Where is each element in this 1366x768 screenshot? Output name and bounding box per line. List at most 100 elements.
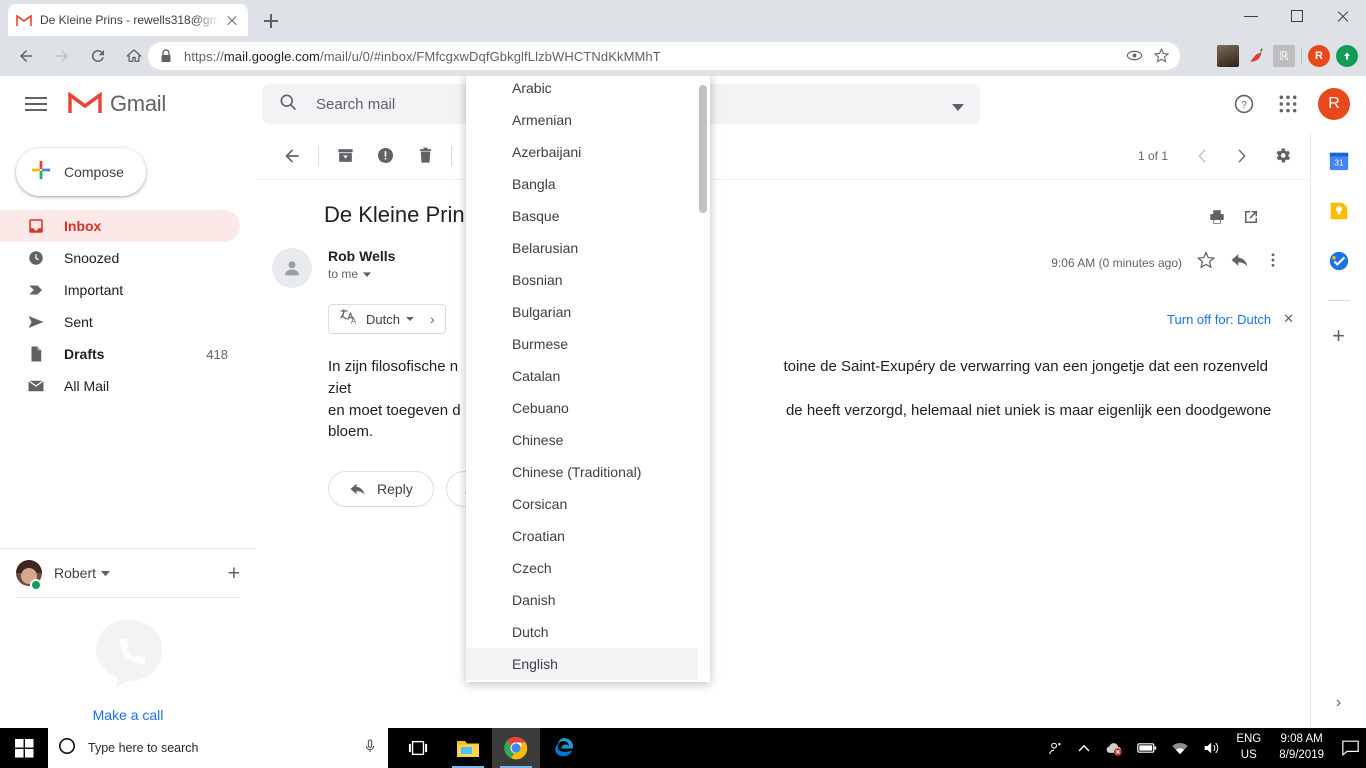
translate-language-dropdown[interactable]: Arabic Armenian Azerbaijani Bangla Basqu… — [466, 76, 710, 682]
sidebar-item-snoozed[interactable]: Snoozed — [0, 242, 240, 274]
task-view-button[interactable] — [398, 728, 438, 768]
turn-off-translate-link[interactable]: Turn off for: Dutch — [1167, 312, 1271, 327]
language-option[interactable]: Danish — [466, 584, 698, 616]
dropdown-scrollbar[interactable] — [698, 76, 708, 682]
profile-avatar-icon[interactable]: R — [1308, 45, 1330, 67]
browser-tab[interactable]: De Kleine Prins - rewells318@gm — [8, 4, 248, 36]
chevron-down-icon[interactable] — [101, 564, 110, 582]
search-input[interactable]: Search mail — [316, 96, 395, 113]
language-option[interactable]: Cebuano — [466, 392, 698, 424]
home-button[interactable] — [120, 42, 148, 70]
sidebar-item-drafts[interactable]: Drafts 418 — [0, 338, 240, 370]
google-calendar-icon[interactable]: 31 — [1328, 150, 1350, 172]
new-tab-button[interactable] — [258, 8, 284, 34]
language-option[interactable]: Chinese (Traditional) — [466, 456, 698, 488]
language-option[interactable]: Chinese — [466, 424, 698, 456]
back-button[interactable] — [12, 42, 40, 70]
clock[interactable]: 9:08 AM 8/9/2019 — [1269, 732, 1334, 763]
wifi-icon[interactable] — [1164, 728, 1196, 768]
pagination-controls: 1 of 1 — [1138, 136, 1310, 176]
microphone-icon[interactable] — [362, 738, 378, 759]
volume-icon[interactable] — [1196, 728, 1228, 768]
previous-page-button[interactable] — [1182, 136, 1222, 176]
expand-side-panel-icon[interactable]: › — [1336, 694, 1341, 712]
extension-pepper-icon[interactable] — [1245, 45, 1267, 67]
minimize-button[interactable] — [1228, 0, 1274, 32]
reload-button[interactable] — [84, 42, 112, 70]
language-option[interactable]: Azerbaijani — [466, 136, 698, 168]
taskbar-search-input[interactable]: Type here to search — [88, 741, 362, 755]
language-option[interactable]: Bulgarian — [466, 296, 698, 328]
address-bar[interactable]: https://mail.google.com/mail/u/0/#inbox/… — [148, 42, 1180, 70]
chevron-down-icon[interactable] — [406, 317, 414, 321]
show-hidden-icons-chevron-up-icon[interactable] — [1071, 728, 1097, 768]
browser-chrome: De Kleine Prins - rewells318@gm https://… — [0, 0, 1366, 76]
close-window-button[interactable] — [1320, 0, 1366, 32]
tab-close-icon[interactable] — [224, 12, 240, 28]
chrome-menu-icon[interactable] — [1336, 45, 1358, 67]
start-button[interactable] — [0, 728, 48, 768]
chevron-down-icon[interactable] — [363, 267, 371, 281]
language-option[interactable]: Czech — [466, 552, 698, 584]
battery-icon[interactable] — [1130, 728, 1164, 768]
sidebar-item-inbox[interactable]: Inbox — [0, 210, 240, 242]
translate-language-selector[interactable]: A Dutch › — [328, 304, 446, 334]
language-option[interactable]: Bangla — [466, 168, 698, 200]
google-apps-grid-icon[interactable] — [1268, 84, 1308, 124]
compose-button[interactable]: Compose — [16, 148, 146, 196]
language-option[interactable]: Croatian — [466, 520, 698, 552]
taskbar-search-box[interactable]: Type here to search — [48, 728, 388, 768]
scrollbar-thumb[interactable] — [699, 85, 707, 213]
recipient-line[interactable]: to me — [328, 267, 395, 281]
forward-button[interactable] — [48, 42, 76, 70]
maximize-button[interactable] — [1274, 0, 1320, 32]
language-option[interactable]: Burmese — [466, 328, 698, 360]
language-option[interactable]: Armenian — [466, 104, 698, 136]
language-option[interactable]: Corsican — [466, 488, 698, 520]
microsoft-edge-icon[interactable] — [540, 728, 588, 768]
report-spam-button[interactable] — [365, 136, 405, 176]
delete-button[interactable] — [405, 136, 445, 176]
make-a-call-link[interactable]: Make a call — [0, 707, 256, 723]
settings-gear-icon[interactable] — [1262, 136, 1302, 176]
language-option[interactable]: Basque — [466, 200, 698, 232]
google-chrome-icon[interactable] — [492, 728, 540, 768]
next-page-button[interactable] — [1222, 136, 1262, 176]
sidebar-item-sent[interactable]: Sent — [0, 306, 240, 338]
language-option[interactable]: Catalan — [466, 360, 698, 392]
input-language-indicator[interactable]: ENG US — [1228, 732, 1269, 763]
sidebar-item-important[interactable]: Important — [0, 274, 240, 306]
archive-button[interactable] — [325, 136, 365, 176]
reply-button[interactable]: Reply — [328, 471, 434, 507]
back-to-inbox-button[interactable] — [272, 136, 312, 176]
account-avatar[interactable]: R — [1318, 88, 1350, 120]
onedrive-error-icon[interactable] — [1097, 728, 1130, 768]
gmail-logo[interactable]: Gmail — [68, 89, 166, 120]
add-on-plus-icon[interactable]: + — [1332, 325, 1345, 347]
bookmark-star-icon[interactable] — [1153, 47, 1170, 69]
reply-icon[interactable] — [1230, 250, 1250, 275]
search-options-chevron-down-icon[interactable] — [952, 99, 964, 117]
google-keep-icon[interactable] — [1328, 200, 1350, 222]
language-option[interactable]: Arabic — [466, 76, 698, 104]
hangouts-header[interactable]: Robert + — [0, 549, 256, 597]
translate-to-arrow-icon[interactable]: › — [430, 311, 435, 327]
sidebar-item-all-mail[interactable]: All Mail — [0, 370, 240, 402]
action-center-icon[interactable] — [1334, 728, 1366, 768]
language-option[interactable]: Belarusian — [466, 232, 698, 264]
people-icon[interactable] — [1040, 728, 1071, 768]
language-option[interactable]: Bosnian — [466, 264, 698, 296]
language-option-english[interactable]: English — [466, 648, 698, 680]
extension-photo-icon[interactable] — [1217, 45, 1239, 67]
google-tasks-icon[interactable] — [1328, 250, 1350, 272]
close-icon[interactable]: ✕ — [1283, 311, 1294, 327]
support-help-icon[interactable]: ? — [1224, 84, 1264, 124]
star-icon[interactable] — [1196, 250, 1216, 275]
view-site-information-icon[interactable] — [1126, 47, 1143, 69]
more-options-icon[interactable] — [1264, 251, 1282, 274]
extension-grey-icon[interactable]: ℝ — [1273, 45, 1295, 67]
main-menu-icon[interactable] — [24, 92, 48, 116]
language-option[interactable]: Dutch — [466, 616, 698, 648]
file-explorer-icon[interactable] — [444, 728, 492, 768]
new-conversation-plus-icon[interactable]: + — [228, 563, 240, 584]
